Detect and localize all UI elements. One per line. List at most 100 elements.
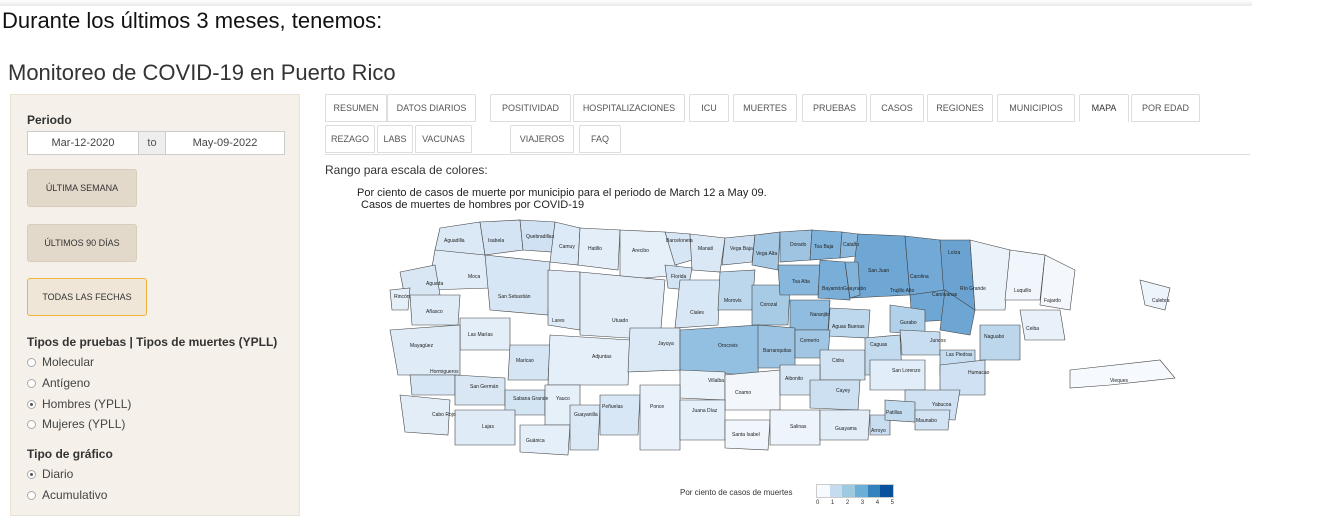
app-title: Monitoreo de COVID-19 en Puerto Rico (8, 60, 396, 85)
radio-label: Diario (42, 467, 74, 481)
label-mayaguez: Mayagüez (410, 343, 434, 349)
label-salinas: Salinas (790, 424, 807, 430)
region-culebra[interactable] (1139, 279, 1171, 311)
label-juana-diaz: Juana Díaz (692, 408, 718, 414)
label-penuelas: Peñuelas (602, 404, 623, 410)
label-san-lorenzo: San Lorenzo (892, 368, 921, 374)
label-vega-alta: Vega Alta (756, 251, 777, 257)
radio-acumulativo[interactable]: Acumulativo (27, 488, 107, 502)
label-catano: Cataño (843, 242, 859, 248)
tab-municipios[interactable]: MUNICIPIOS (997, 94, 1075, 122)
label-aibonito: Aibonito (785, 376, 803, 382)
radio-antigeno[interactable]: Antígeno (27, 376, 90, 390)
region-juana-diaz[interactable] (679, 399, 726, 441)
date-separator: to (138, 132, 166, 154)
tab-labs[interactable]: LABS (377, 125, 413, 153)
label-guayama: Guayama (835, 426, 857, 432)
puerto-rico-map[interactable]: Aguadilla Isabela Quebradillas Camuy Hat… (380, 210, 1190, 475)
region-villalba[interactable] (679, 369, 726, 401)
region-aguas-buenas[interactable] (827, 307, 871, 339)
tab-muertes[interactable]: MUERTES (733, 94, 797, 122)
label-florida: Florida (671, 274, 687, 280)
region-carolina[interactable] (904, 235, 946, 296)
tab-rezago[interactable]: REZAGO (325, 125, 375, 153)
legend-swatch (829, 485, 843, 497)
region-hormigueros[interactable] (409, 374, 456, 396)
radio-dot (27, 357, 36, 367)
tab-vacunas[interactable]: VACUNAS (415, 125, 472, 153)
label-cayey: Cayey (836, 388, 851, 394)
region-morovis[interactable] (717, 269, 756, 311)
label-quebradillas: Quebradillas (526, 234, 555, 240)
last-week-button[interactable]: ÚLTIMA SEMANA (27, 169, 137, 207)
label-rincon: Rincón (394, 294, 410, 300)
region-penuelas[interactable] (599, 394, 641, 436)
region-manati[interactable] (689, 233, 726, 273)
tab-resumen[interactable]: RESUMEN (325, 94, 387, 122)
label-naguabo: Naguabo (984, 334, 1005, 340)
radio-diario[interactable]: Diario (27, 467, 73, 481)
radio-molecular[interactable]: Molecular (27, 355, 94, 369)
label-ciales: Ciales (690, 310, 704, 316)
region-cayey[interactable] (809, 379, 861, 411)
legend-tick: 5 (890, 500, 894, 506)
end-date-input[interactable] (166, 132, 284, 154)
region-san-lorenzo[interactable] (869, 359, 926, 391)
label-manati: Manatí (698, 246, 714, 252)
region-san-sebastian[interactable] (484, 254, 551, 316)
label-arroyo: Arroyo (871, 428, 886, 434)
label-villalba: Villalba (708, 378, 724, 384)
label-juncos: Juncos (930, 338, 946, 344)
region-cidra[interactable] (819, 349, 866, 381)
label-barceloneta: Barceloneta (666, 238, 693, 244)
label-aguadilla: Aguadilla (444, 238, 465, 244)
radio-hombres-ypll[interactable]: Hombres (YPLL) (27, 397, 131, 411)
label-moca: Moca (468, 274, 480, 280)
start-date-input[interactable] (28, 132, 138, 154)
label-camuy: Camuy (559, 244, 575, 250)
region-orocovis[interactable] (679, 324, 761, 376)
tab-datos-diarios[interactable]: DATOS DIARIOS (387, 94, 476, 122)
legend-tick: 2 (845, 500, 850, 506)
region-jayuya[interactable] (627, 327, 681, 373)
label-caguas: Caguas (870, 342, 888, 348)
region-mayaguez[interactable] (389, 324, 461, 376)
tab-pruebas[interactable]: PRUEBAS (802, 94, 867, 122)
region-ciales[interactable] (674, 279, 721, 329)
radio-dot-selected (27, 469, 36, 479)
region-san-german[interactable] (454, 374, 506, 406)
tab-regiones[interactable]: REGIONES (927, 94, 993, 122)
region-coamo[interactable] (724, 369, 781, 411)
region-guayama[interactable] (819, 409, 871, 441)
label-adjuntas: Adjuntas (592, 354, 612, 360)
label-orocovis: Orocovis (718, 343, 738, 349)
label-toa-baja: Toa Baja (814, 244, 834, 250)
all-dates-button[interactable]: TODAS LAS FECHAS (27, 278, 147, 316)
region-naguabo[interactable] (979, 324, 1021, 361)
intro-text: Durante los últimos 3 meses, tenemos: (2, 8, 383, 33)
tab-casos[interactable]: CASOS (870, 94, 924, 122)
legend-tick: 1 (830, 500, 835, 506)
region-rio-grande[interactable] (969, 239, 1011, 311)
label-jayuya: Jayuya (658, 341, 674, 347)
region-barranquitas[interactable] (757, 324, 796, 369)
tab-positividad[interactable]: POSITIVIDAD (490, 94, 571, 122)
radio-mujeres-ypll[interactable]: Mujeres (YPLL) (27, 417, 125, 431)
region-adjuntas[interactable] (547, 334, 631, 386)
map-title-line-1: Por ciento de casos de muerte por munici… (357, 187, 767, 199)
region-ceiba[interactable] (1019, 309, 1066, 341)
tab-hospitalizaciones[interactable]: HOSPITALIZACIONES (573, 94, 685, 122)
tab-viajeros[interactable]: VIAJEROS (510, 125, 574, 153)
tab-faq[interactable]: FAQ (579, 125, 621, 153)
tab-mapa[interactable]: MAPA (1079, 94, 1129, 122)
tab-icu[interactable]: ICU (689, 94, 729, 122)
region-bayamon[interactable] (817, 259, 851, 301)
label-arecibo: Arecibo (632, 248, 649, 254)
color-range-label: Rango para escala de colores: (325, 163, 488, 177)
label-maunabo: Maunabo (916, 418, 937, 424)
label-gurabo: Gurabo (900, 320, 917, 326)
region-ponce[interactable] (639, 384, 681, 451)
label-morovis: Morovis (724, 298, 742, 304)
tab-por-edad[interactable]: POR EDAD (1131, 94, 1200, 122)
last-90-days-button[interactable]: ÚLTIMOS 90 DÍAS (27, 224, 137, 262)
